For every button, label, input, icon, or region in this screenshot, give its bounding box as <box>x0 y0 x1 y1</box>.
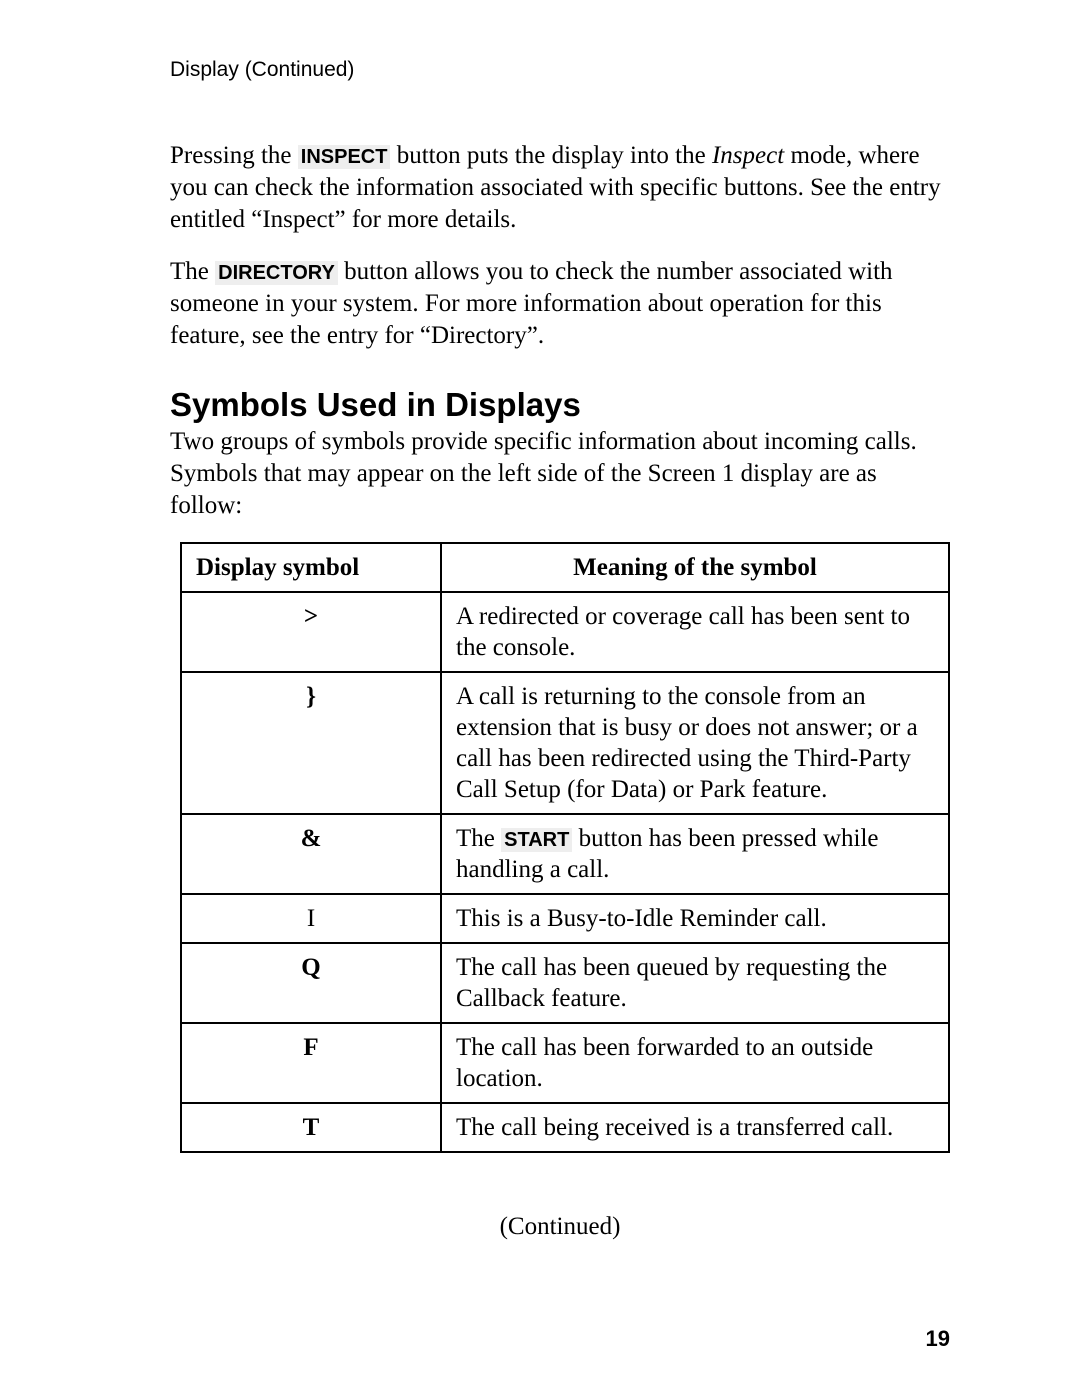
symbol-cell: I <box>181 894 441 943</box>
symbol-cell: & <box>181 814 441 894</box>
meaning-cell: A redirected or coverage call has been s… <box>441 592 949 672</box>
symbol-cell: F <box>181 1023 441 1103</box>
meaning-cell: This is a Busy-to-Idle Reminder call. <box>441 894 949 943</box>
meaning-cell: A call is returning to the console from … <box>441 672 949 814</box>
inspect-italic: Inspect <box>712 142 784 169</box>
th-meaning: Meaning of the symbol <box>441 543 949 592</box>
continued-label: (Continued) <box>170 1213 950 1241</box>
paragraph-directory: The DIRECTORY button allows you to check… <box>170 256 950 352</box>
table-row: } A call is returning to the console fro… <box>181 672 949 814</box>
meaning-text: The call has been forwarded to an outsid… <box>456 1034 873 1092</box>
inspect-button-label: INSPECT <box>298 145 391 169</box>
start-button-label: START <box>501 828 572 852</box>
paragraph-inspect: Pressing the INSPECT button puts the dis… <box>170 140 950 236</box>
meaning-text-pre: The <box>456 825 501 852</box>
meaning-text: This is a Busy-to-Idle Reminder call. <box>456 905 827 932</box>
page-number: 19 <box>926 1326 950 1352</box>
meaning-text: A redirected or coverage call has been s… <box>456 603 910 661</box>
symbol-cell: Q <box>181 943 441 1023</box>
table-row: & The START button has been pressed whil… <box>181 814 949 894</box>
table-row: T The call being received is a transferr… <box>181 1103 949 1152</box>
section-title: Symbols Used in Displays <box>170 386 950 424</box>
meaning-cell: The call has been queued by requesting t… <box>441 943 949 1023</box>
symbol-cell: T <box>181 1103 441 1152</box>
meaning-cell: The call being received is a transferred… <box>441 1103 949 1152</box>
table-row: F The call has been forwarded to an outs… <box>181 1023 949 1103</box>
meaning-text: A call is returning to the console from … <box>456 683 918 803</box>
symbols-table: Display symbol Meaning of the symbol > A… <box>180 542 950 1153</box>
meaning-text: The call has been queued by requesting t… <box>456 954 887 1012</box>
meaning-text: The call being received is a transferred… <box>456 1114 893 1141</box>
symbol-cell: } <box>181 672 441 814</box>
table-row: > A redirected or coverage call has been… <box>181 592 949 672</box>
running-head: Display (Continued) <box>170 58 950 82</box>
para1-pre: Pressing the <box>170 142 298 169</box>
table-row: Q The call has been queued by requesting… <box>181 943 949 1023</box>
symbol-cell: > <box>181 592 441 672</box>
table-row: I This is a Busy-to-Idle Reminder call. <box>181 894 949 943</box>
para1-mid: button puts the display into the <box>390 142 712 169</box>
meaning-cell: The START button has been pressed while … <box>441 814 949 894</box>
para2-pre: The <box>170 258 215 285</box>
th-symbol: Display symbol <box>181 543 441 592</box>
directory-button-label: DIRECTORY <box>215 261 338 285</box>
meaning-cell: The call has been forwarded to an outsid… <box>441 1023 949 1103</box>
section-intro: Two groups of symbols provide specific i… <box>170 426 950 522</box>
